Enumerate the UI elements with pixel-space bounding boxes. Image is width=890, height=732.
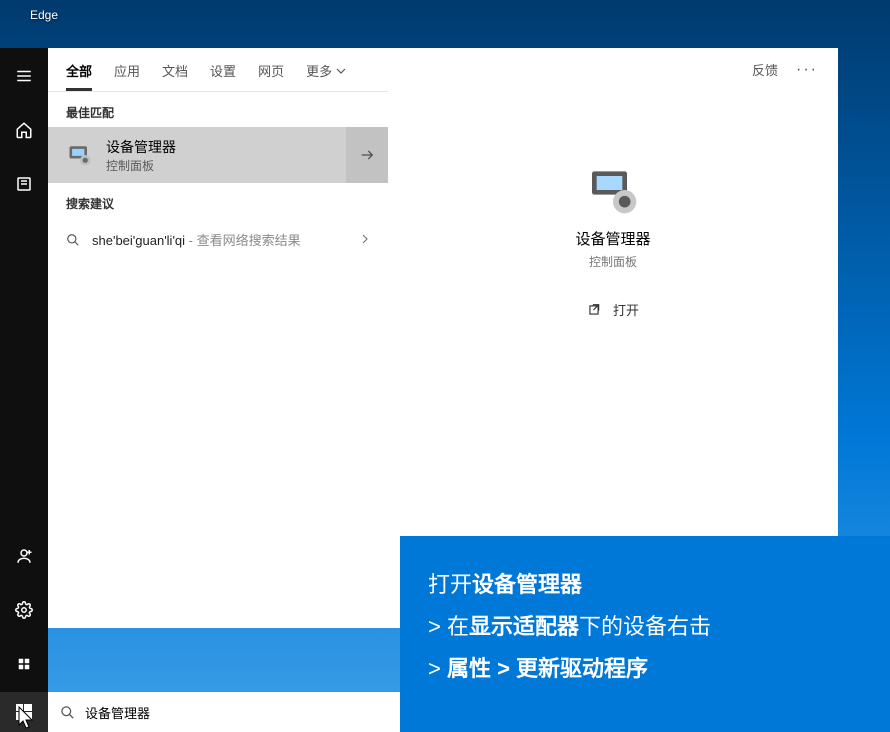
best-match-expand-button[interactable]: [346, 127, 388, 183]
rail-power-button[interactable]: [0, 646, 48, 682]
instr-bold: 设备管理器: [472, 572, 582, 597]
taskbar-search-input[interactable]: [85, 705, 388, 720]
start-left-rail: [0, 48, 48, 692]
tab-web[interactable]: 网页: [258, 49, 284, 90]
section-best-match-label: 最佳匹配: [48, 92, 388, 127]
desktop-icon-edge-label[interactable]: Edge: [30, 8, 58, 22]
tab-all[interactable]: 全部: [66, 49, 92, 90]
instr-text: 下的设备右击: [579, 614, 711, 639]
rail-settings-button[interactable]: [0, 592, 48, 628]
arrow-right-icon: [359, 147, 375, 163]
search-icon: [60, 705, 75, 720]
instr-text: >: [428, 656, 447, 681]
best-match-subtitle: 控制面板: [106, 157, 176, 174]
rail-apps-button[interactable]: [0, 166, 48, 202]
device-manager-icon: [66, 141, 94, 169]
suggestion-text: she'bei'guan'li'qi: [92, 233, 185, 248]
tab-more-label: 更多: [306, 61, 332, 80]
section-suggestions-label: 搜索建议: [48, 183, 388, 218]
open-label: 打开: [613, 300, 639, 319]
search-icon: [66, 233, 80, 247]
taskbar-search-box[interactable]: [48, 692, 400, 732]
preview-device-manager-icon: [585, 162, 641, 218]
open-icon: [587, 303, 601, 317]
taskbar: [0, 692, 400, 732]
instr-text: 打开: [428, 572, 472, 597]
rail-account-button[interactable]: [0, 538, 48, 574]
rail-menu-button[interactable]: [0, 58, 48, 94]
tab-documents[interactable]: 文档: [162, 49, 188, 90]
header-more-button[interactable]: ···: [796, 61, 818, 79]
best-match-title: 设备管理器: [106, 137, 176, 157]
instruction-overlay: 打开设备管理器 > 在显示适配器下的设备右击 > 属性 > 更新驱动程序: [400, 536, 890, 732]
tab-settings[interactable]: 设置: [210, 49, 236, 90]
open-action[interactable]: 打开: [587, 300, 639, 319]
preview-subtitle: 控制面板: [589, 253, 637, 270]
chevron-right-icon: [360, 231, 370, 249]
rail-home-button[interactable]: [0, 112, 48, 148]
instr-bold: 显示适配器: [469, 614, 579, 639]
instr-bold: 属性 > 更新驱动程序: [447, 656, 648, 681]
instr-text: >: [428, 614, 447, 639]
web-suggestion-item[interactable]: she'bei'guan'li'qi - 查看网络搜索结果: [48, 218, 388, 262]
chevron-down-icon: [336, 66, 346, 76]
search-category-tabs: 全部 应用 文档 设置 网页 更多: [48, 48, 388, 92]
tab-apps[interactable]: 应用: [114, 49, 140, 90]
search-results-left: 全部 应用 文档 设置 网页 更多 最佳匹配 设备管理器 控制面板: [48, 48, 388, 628]
best-match-body[interactable]: 设备管理器 控制面板: [48, 137, 346, 174]
suggestion-hint: - 查看网络搜索结果: [185, 233, 301, 248]
preview-title: 设备管理器: [575, 228, 650, 249]
feedback-link[interactable]: 反馈: [752, 60, 778, 79]
instr-text: 在: [447, 614, 469, 639]
tab-more[interactable]: 更多: [306, 49, 346, 90]
start-button[interactable]: [0, 692, 48, 732]
windows-logo-icon: [16, 704, 32, 720]
best-match-item: 设备管理器 控制面板: [48, 127, 388, 183]
